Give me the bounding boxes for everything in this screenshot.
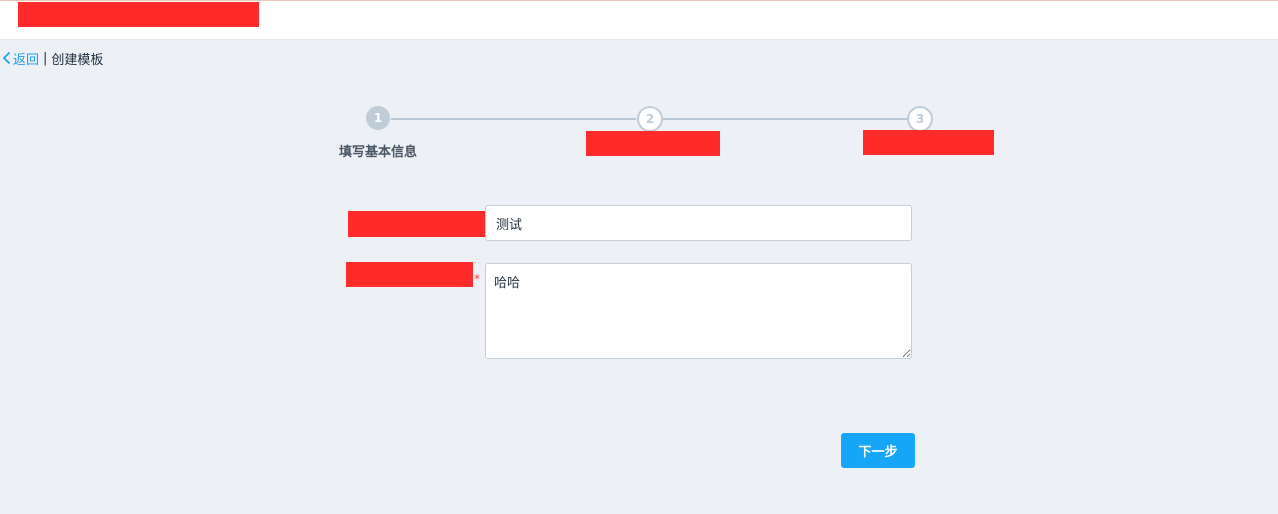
step-1-number: 1 <box>373 111 383 125</box>
redacted-step-3-title <box>863 130 994 155</box>
redacted-description-label <box>346 262 473 287</box>
template-description-textarea[interactable]: 哈哈 <box>485 263 912 359</box>
step-indicator: 1 填写基本信息 2 3 <box>0 0 1278 170</box>
step-connector-2-3 <box>662 118 907 120</box>
step-connector-1-2 <box>391 118 636 120</box>
step-1-title: 填写基本信息 <box>339 145 418 160</box>
step-3-circle: 3 <box>907 106 933 132</box>
redacted-name-label <box>348 211 488 237</box>
step-2-circle: 2 <box>637 106 663 132</box>
step-2-number: 2 <box>645 112 655 126</box>
template-name-input[interactable] <box>485 205 912 241</box>
step-1-circle: 1 <box>366 106 390 130</box>
required-asterisk: * <box>474 272 480 286</box>
redacted-step-2-title <box>586 131 720 156</box>
step-3-number: 3 <box>915 112 925 126</box>
next-step-button[interactable]: 下一步 <box>841 433 915 468</box>
